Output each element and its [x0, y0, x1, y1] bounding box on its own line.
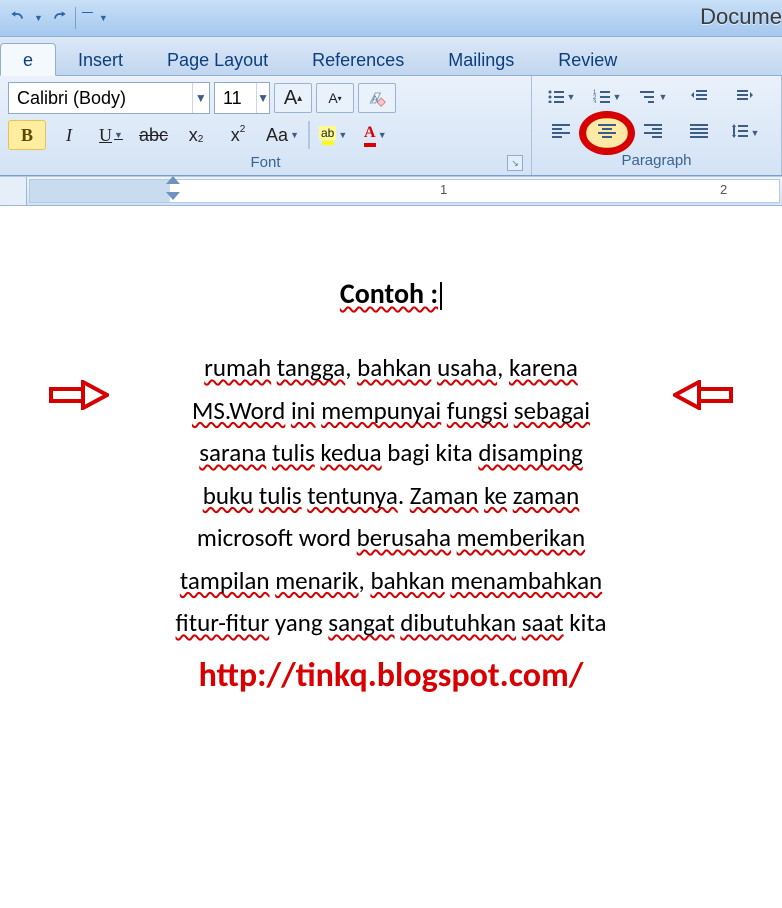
font-size-combo[interactable]: ▼	[214, 82, 270, 114]
font-divider	[308, 121, 310, 149]
ruler-track[interactable]: 1 2	[29, 179, 780, 203]
align-left-button[interactable]	[540, 118, 582, 148]
quick-access-toolbar: ▼ ⎺ ▼	[0, 7, 108, 29]
redo-button[interactable]	[49, 8, 69, 28]
first-line-indent-marker[interactable]	[166, 176, 180, 184]
qat-customize-dropdown-icon[interactable]: ▼	[99, 13, 108, 23]
align-right-icon	[643, 123, 663, 144]
change-case-button[interactable]: Aa▼	[261, 120, 304, 150]
increase-indent-icon	[736, 87, 754, 108]
arrow-right-icon	[49, 380, 109, 413]
subscript-button[interactable]: x2	[177, 120, 215, 150]
font-group-label: Font ↘	[8, 150, 523, 173]
page-content: Contoh : rumah tangga, bahkan usaha, kar…	[81, 276, 701, 696]
numbering-button[interactable]: 123 ▼	[586, 82, 628, 112]
font-color-swatch	[364, 143, 376, 147]
text-cursor	[440, 282, 442, 310]
ribbon: ▼ ▼ A▴ A▾ A B I U▼	[0, 76, 782, 176]
document-page[interactable]: Contoh : rumah tangga, bahkan usaha, kar…	[0, 206, 782, 696]
strikethrough-button[interactable]: abc	[134, 120, 173, 150]
tab-references[interactable]: References	[290, 44, 426, 75]
line-spacing-button[interactable]: ▼	[724, 118, 766, 148]
multilevel-list-button[interactable]: ▼	[632, 82, 674, 112]
font-color-button[interactable]: A ▼	[356, 120, 394, 150]
grow-font-button[interactable]: A▴	[274, 83, 312, 113]
ruler-mark-1: 1	[440, 182, 447, 197]
hanging-indent-marker[interactable]	[166, 192, 180, 200]
svg-text:A: A	[372, 94, 379, 104]
align-right-button[interactable]	[632, 118, 674, 148]
ruler[interactable]: 1 2	[0, 176, 782, 206]
svg-text:3: 3	[593, 100, 597, 103]
tab-mailings[interactable]: Mailings	[426, 44, 536, 75]
justify-icon	[689, 123, 709, 144]
title-bar: ▼ ⎺ ▼ Docume	[0, 0, 782, 37]
font-size-input[interactable]	[215, 86, 256, 111]
change-case-dropdown-icon[interactable]: ▼	[290, 130, 299, 140]
ruler-margin	[30, 180, 170, 202]
arrow-left-icon	[673, 380, 733, 413]
bullets-icon	[547, 87, 565, 108]
tab-insert[interactable]: Insert	[56, 44, 145, 75]
qat-customize-icon[interactable]: ⎺	[82, 12, 93, 25]
bullets-button[interactable]: ▼	[540, 82, 582, 112]
align-center-button[interactable]	[586, 118, 628, 148]
tab-page-layout[interactable]: Page Layout	[145, 44, 290, 75]
ruler-mark-2: 2	[720, 182, 727, 197]
font-name-input[interactable]	[9, 86, 192, 111]
tab-review[interactable]: Review	[536, 44, 639, 75]
underline-dropdown-icon[interactable]: ▼	[114, 130, 123, 140]
decrease-indent-icon	[690, 87, 708, 108]
superscript-button[interactable]: x2	[219, 120, 257, 150]
multilevel-icon	[639, 87, 657, 108]
ruler-tab-selector[interactable]	[0, 177, 27, 205]
heading-text[interactable]: Contoh :	[81, 276, 701, 311]
font-dialog-launcher[interactable]: ↘	[507, 155, 523, 171]
line-spacing-icon	[731, 123, 749, 144]
qat-separator	[75, 7, 76, 29]
ribbon-tabs: e Insert Page Layout References Mailings…	[0, 37, 782, 76]
highlight-dropdown-icon[interactable]: ▼	[338, 130, 347, 140]
font-name-dropdown-icon[interactable]: ▼	[192, 83, 209, 113]
body-text[interactable]: rumah tangga, bahkan usaha, karenaMS.Wor…	[81, 347, 701, 645]
align-left-icon	[551, 123, 571, 144]
paragraph-group-label: Paragraph	[540, 148, 773, 171]
decrease-indent-button[interactable]	[678, 82, 720, 112]
highlight-button[interactable]: ab ▼	[314, 120, 352, 150]
underline-button[interactable]: U▼	[92, 120, 130, 150]
font-name-combo[interactable]: ▼	[8, 82, 210, 114]
increase-indent-button[interactable]	[724, 82, 766, 112]
undo-dropdown-icon[interactable]: ▼	[34, 13, 43, 23]
clear-formatting-button[interactable]: A	[358, 83, 396, 113]
font-group: ▼ ▼ A▴ A▾ A B I U▼	[0, 76, 532, 175]
highlight-swatch	[322, 141, 334, 145]
document-title: Docume	[700, 4, 782, 30]
shrink-font-button[interactable]: A▾	[316, 83, 354, 113]
bold-button[interactable]: B	[8, 120, 46, 150]
align-center-icon	[597, 123, 617, 144]
font-size-dropdown-icon[interactable]: ▼	[256, 83, 269, 113]
watermark-url: http://tinkq.blogspot.com/	[81, 655, 701, 696]
tab-home[interactable]: e	[0, 43, 56, 76]
justify-button[interactable]	[678, 118, 720, 148]
numbering-icon: 123	[593, 87, 611, 108]
paragraph-group: ▼ 123 ▼ ▼	[532, 76, 782, 175]
undo-button[interactable]	[8, 8, 28, 28]
font-color-dropdown-icon[interactable]: ▼	[378, 130, 387, 140]
italic-button[interactable]: I	[50, 120, 88, 150]
